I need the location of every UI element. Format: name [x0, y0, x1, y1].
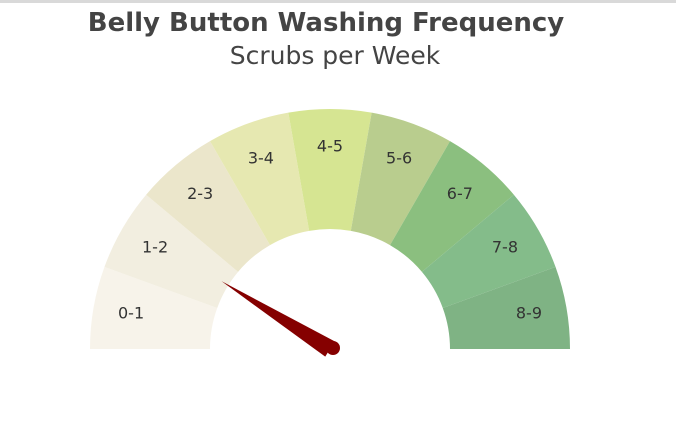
gauge-segment-label: 4-5: [317, 137, 343, 156]
gauge-needle-group: [221, 281, 340, 357]
gauge-segment-label: 8-9: [516, 303, 542, 322]
gauge-segment-label: 6-7: [447, 184, 473, 203]
gauge-segment-label: 5-6: [386, 149, 412, 168]
gauge-needle: [221, 281, 335, 357]
gauge-segment-label: 1-2: [142, 238, 168, 257]
gauge-segment-label: 7-8: [492, 238, 518, 257]
gauge-needle-hub: [326, 341, 340, 355]
gauge-segment-label: 2-3: [187, 184, 213, 203]
gauge-segment-label: 0-1: [118, 303, 144, 322]
gauge-chart: Belly Button Washing Frequency Scrubs pe…: [0, 0, 676, 424]
gauge-plot: 0-1 1-2 2-3 3-4 4-5 5-6 6-7 7-8 8-9: [90, 109, 570, 357]
gauge-segment-label: 3-4: [248, 149, 274, 168]
